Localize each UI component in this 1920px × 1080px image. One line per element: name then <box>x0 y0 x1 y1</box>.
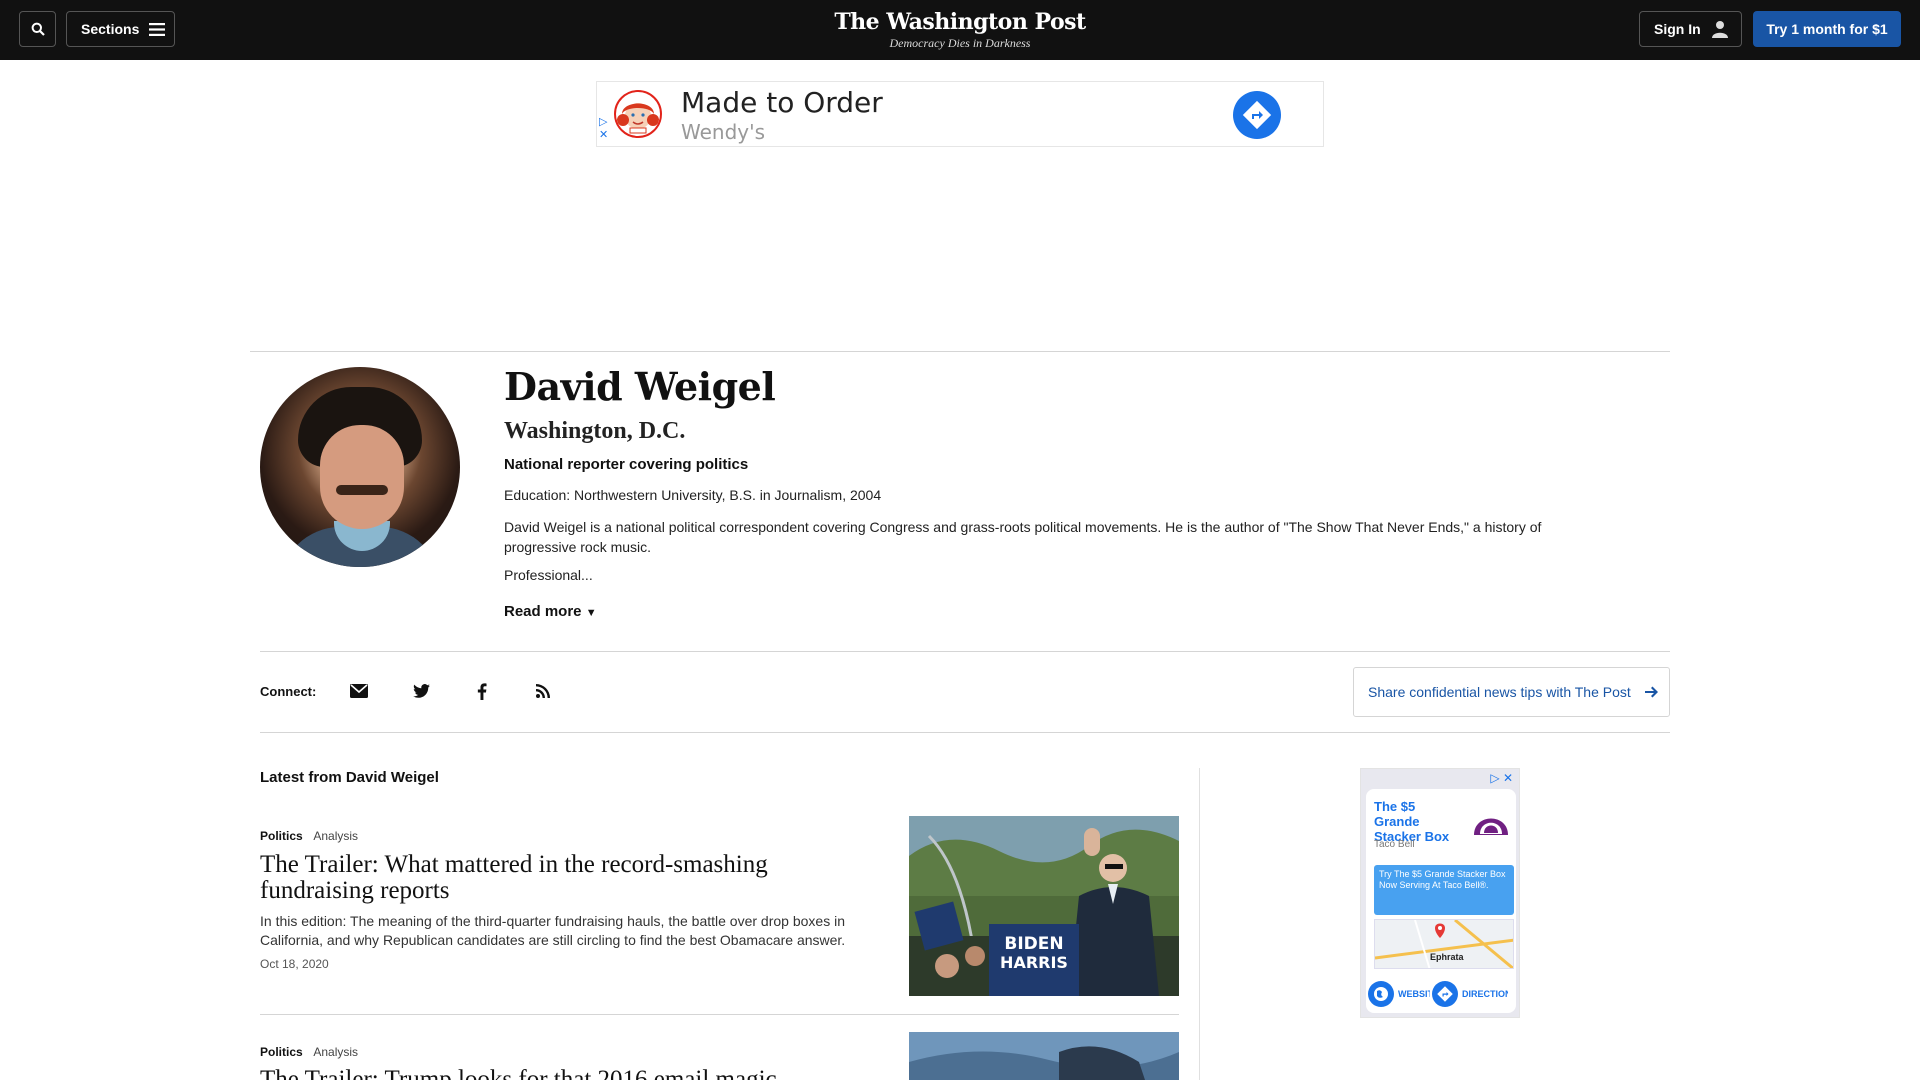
directions-icon[interactable] <box>1432 981 1458 1007</box>
divider <box>260 732 1670 733</box>
column-divider <box>1199 768 1200 1080</box>
facebook-icon[interactable] <box>471 680 493 702</box>
side-ad-map[interactable]: Ephrata <box>1374 919 1514 969</box>
directions-arrow-icon[interactable] <box>1233 91 1281 139</box>
article-thumbnail[interactable]: BIDEN HARRIS <box>909 816 1179 996</box>
side-ad-headline[interactable]: The $5 Grande Stacker Box <box>1374 799 1464 844</box>
website-link[interactable]: WEBSITE <box>1398 989 1430 999</box>
top-banner-ad[interactable]: ▷ ✕ Made to Order Wendy's <box>596 81 1324 147</box>
taco-bell-logo <box>1470 803 1512 843</box>
side-ad-brand: Taco Bell <box>1374 839 1415 850</box>
top-navigation-bar: Sections The Washington Post Democracy D… <box>0 0 1920 60</box>
twitter-icon[interactable] <box>410 680 432 702</box>
article-kicker: Politics Analysis <box>260 829 358 843</box>
article-blurb: In this edition: The meaning of the thir… <box>260 913 846 948</box>
globe-icon[interactable] <box>1368 981 1394 1007</box>
adchoices-icon[interactable]: ▷ ✕ <box>599 116 608 142</box>
site-logo[interactable]: The Washington Post Democracy Dies in Da… <box>760 9 1160 51</box>
rss-icon[interactable] <box>532 680 554 702</box>
article-section[interactable]: Politics <box>260 829 303 843</box>
sign-in-button[interactable]: Sign In <box>1639 11 1742 47</box>
email-icon[interactable] <box>348 680 370 702</box>
article-date: Oct 18, 2020 <box>260 957 329 971</box>
sections-label: Sections <box>81 21 140 37</box>
read-more-label: Read more <box>504 603 582 620</box>
adchoices-icon[interactable]: ▷ ✕ <box>1490 771 1513 785</box>
subscribe-button[interactable]: Try 1 month for $1 <box>1753 11 1901 47</box>
article-label: Analysis <box>313 1045 359 1059</box>
user-icon <box>1711 21 1728 38</box>
wendys-logo <box>614 90 662 138</box>
logo-title: The Washington Post <box>834 9 1086 35</box>
divider <box>260 651 1670 652</box>
svg-text:BIDEN: BIDEN <box>1004 934 1063 954</box>
article-headline[interactable]: The Trailer: What mattered in the record… <box>260 852 880 904</box>
hamburger-icon <box>149 22 166 36</box>
news-tips-button[interactable]: Share confidential news tips with The Po… <box>1353 667 1670 717</box>
directions-link[interactable]: DIRECTIONS <box>1462 989 1508 999</box>
ad-card[interactable]: The $5 Grande Stacker Box Taco Bell Try … <box>1366 789 1516 1013</box>
side-ad-body: Try The $5 Grande Stacker Box Now Servin… <box>1374 865 1514 915</box>
article-headline[interactable]: The Trailer: Trump looks for that 2016 e… <box>260 1067 880 1080</box>
sections-menu-button[interactable]: Sections <box>66 11 175 47</box>
news-tips-label: Share confidential news tips with The Po… <box>1368 684 1631 700</box>
read-more-button[interactable]: Read more ▼ <box>504 603 597 620</box>
connect-label: Connect: <box>260 684 317 699</box>
article-kicker: Politics Analysis <box>260 1045 358 1059</box>
author-avatar <box>260 367 460 567</box>
divider <box>260 1014 1179 1015</box>
ad-headline: Made to Order <box>681 86 883 119</box>
search-button[interactable] <box>19 11 56 47</box>
author-role: National reporter covering politics <box>504 456 749 473</box>
author-name: David Weigel <box>504 364 776 409</box>
article-thumbnail[interactable] <box>909 1032 1179 1080</box>
ad-brand: Wendy's <box>681 120 766 144</box>
side-ad[interactable]: ▷ ✕ The $5 Grande Stacker Box Taco Bell … <box>1360 768 1520 1018</box>
divider <box>250 351 1670 352</box>
search-icon <box>31 22 45 36</box>
map-place-name: Ephrata <box>1430 952 1464 962</box>
author-bio: David Weigel is a national political cor… <box>504 519 1542 555</box>
author-education: Education: Northwestern University, B.S.… <box>504 487 882 503</box>
caret-down-icon: ▼ <box>585 607 597 619</box>
author-location: Washington, D.C. <box>504 418 686 444</box>
arrow-right-icon <box>1644 686 1658 698</box>
side-ad-actions: WEBSITE DIRECTIONS <box>1366 979 1516 1009</box>
latest-section-title: Latest from David Weigel <box>260 769 439 786</box>
author-professional: Professional... <box>504 567 593 583</box>
svg-text:HARRIS: HARRIS <box>1000 953 1068 972</box>
article-section[interactable]: Politics <box>260 1045 303 1059</box>
logo-tagline: Democracy Dies in Darkness <box>889 36 1031 50</box>
sign-in-label: Sign In <box>1654 21 1701 37</box>
article-label: Analysis <box>313 829 359 843</box>
